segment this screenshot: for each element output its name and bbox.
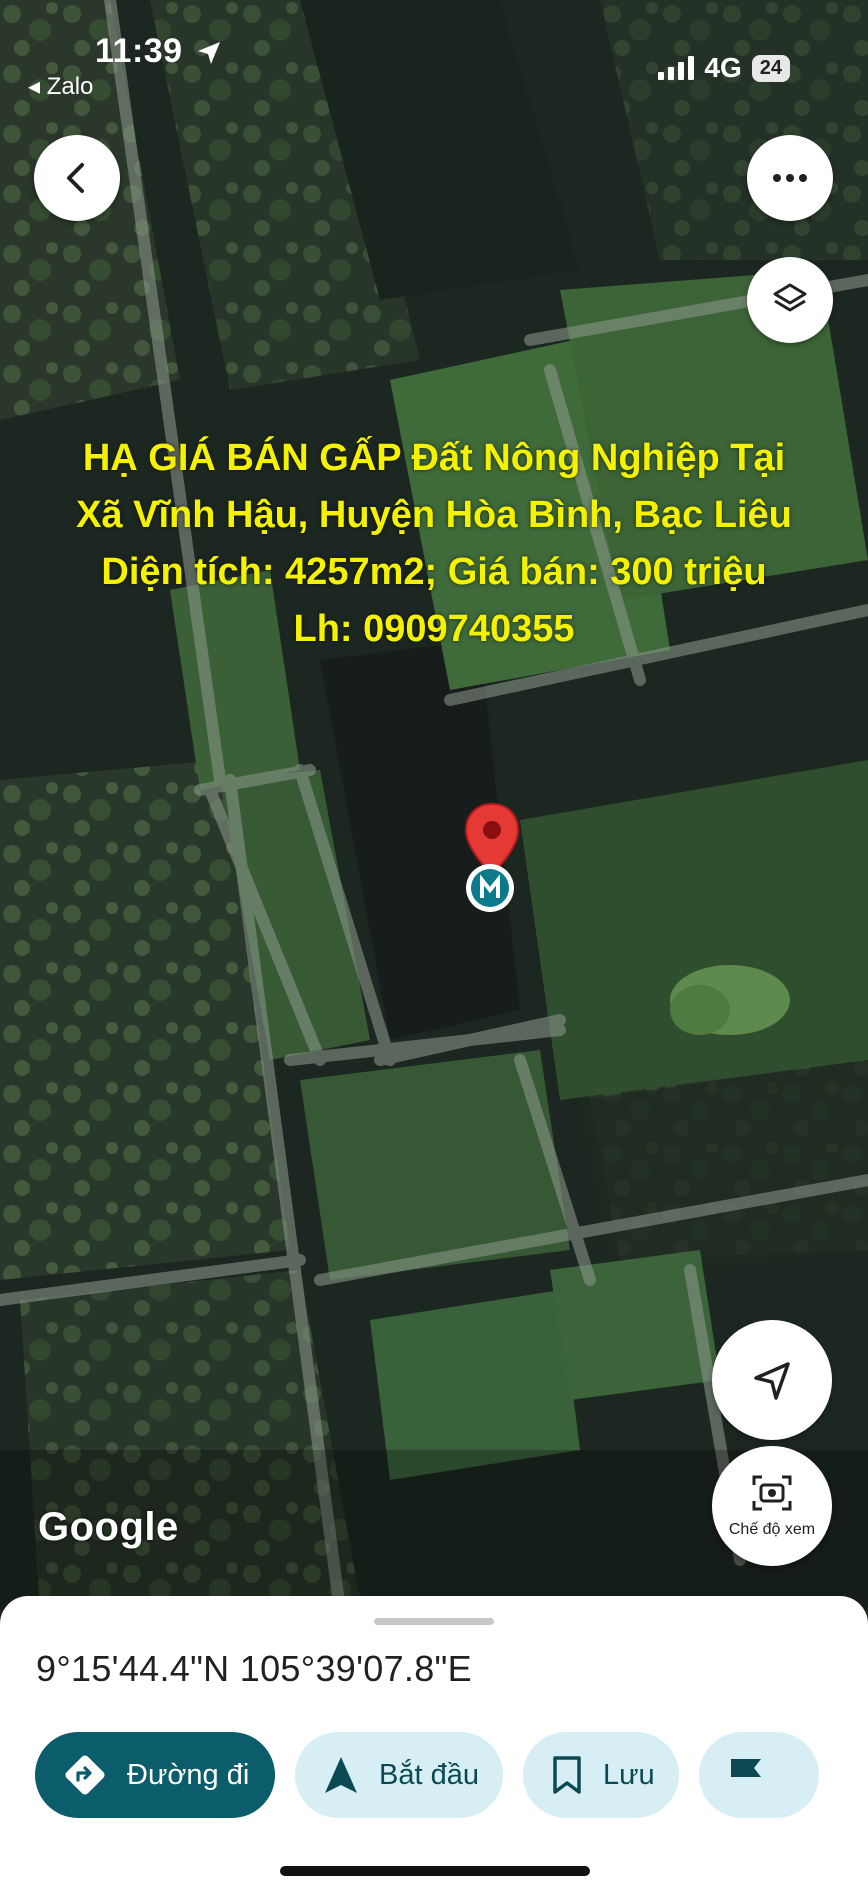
chevron-left-icon bbox=[67, 163, 84, 193]
layers-icon bbox=[773, 283, 807, 312]
battery-indicator: 24 bbox=[751, 54, 790, 82]
label-button[interactable] bbox=[698, 1732, 819, 1818]
overlay-line-4: Lh: 0909740355 bbox=[293, 608, 575, 650]
overlay-line-2: Xã Vĩnh Hậu, Huyện Hòa Bình, Bạc Liêu bbox=[76, 494, 792, 536]
listing-overlay-text: HẠ GIÁ BÁN GẤP Đất Nông Nghiệp Tại Xã Vĩ… bbox=[0, 430, 868, 658]
save-label: Lưu bbox=[602, 1758, 655, 1791]
save-button[interactable]: Lưu bbox=[522, 1732, 679, 1818]
sheet-grabber[interactable] bbox=[374, 1618, 494, 1625]
back-to-app-link[interactable]: ◂ Zalo bbox=[28, 72, 93, 101]
overlay-line-3: Diện tích: 4257m2; Giá bán: 300 triệu bbox=[101, 551, 767, 593]
directions-label: Đường đi bbox=[127, 1758, 250, 1791]
action-buttons-row: Đường đi Bắt đầu Lưu bbox=[35, 1732, 819, 1818]
status-time: 11:39 bbox=[95, 32, 183, 70]
home-indicator bbox=[280, 1866, 590, 1876]
overlay-line-1: HẠ GIÁ BÁN GẤP Đất Nông Nghiệp Tại bbox=[82, 437, 786, 479]
navigation-arrow-icon bbox=[325, 1757, 357, 1793]
map-layers-button[interactable] bbox=[747, 257, 833, 343]
google-attribution: Google bbox=[38, 1505, 179, 1549]
location-pin-icon[interactable] bbox=[462, 800, 522, 920]
flag-icon bbox=[730, 1759, 761, 1793]
my-location-button[interactable] bbox=[712, 1320, 832, 1440]
view-mode-button[interactable]: Chế độ xem bbox=[712, 1446, 832, 1566]
back-button[interactable] bbox=[34, 135, 120, 221]
location-arrow-icon bbox=[198, 42, 220, 64]
camera-scan-icon bbox=[752, 1475, 792, 1511]
coordinates-text: 9°15'44.4"N 105°39'07.8"E bbox=[36, 1648, 472, 1689]
view-mode-label: Chế độ xem bbox=[728, 1521, 816, 1538]
more-horizontal-icon bbox=[773, 174, 807, 182]
place-bottom-sheet[interactable]: 9°15'44.4"N 105°39'07.8"E Đường đi Bắt đ… bbox=[0, 1596, 868, 1888]
directions-button[interactable]: Đường đi bbox=[35, 1732, 275, 1818]
start-navigation-button[interactable]: Bắt đầu bbox=[295, 1732, 503, 1818]
more-options-button[interactable] bbox=[747, 135, 833, 221]
cellular-signal-icon bbox=[658, 56, 695, 80]
bookmark-icon bbox=[553, 1756, 581, 1794]
start-label: Bắt đầu bbox=[379, 1758, 479, 1791]
directions-icon bbox=[65, 1755, 105, 1795]
navigation-arrow-icon bbox=[754, 1362, 790, 1400]
network-type: 4G bbox=[704, 52, 742, 83]
status-bar: 11:39 ◂ Zalo 4G 24 bbox=[0, 0, 868, 100]
